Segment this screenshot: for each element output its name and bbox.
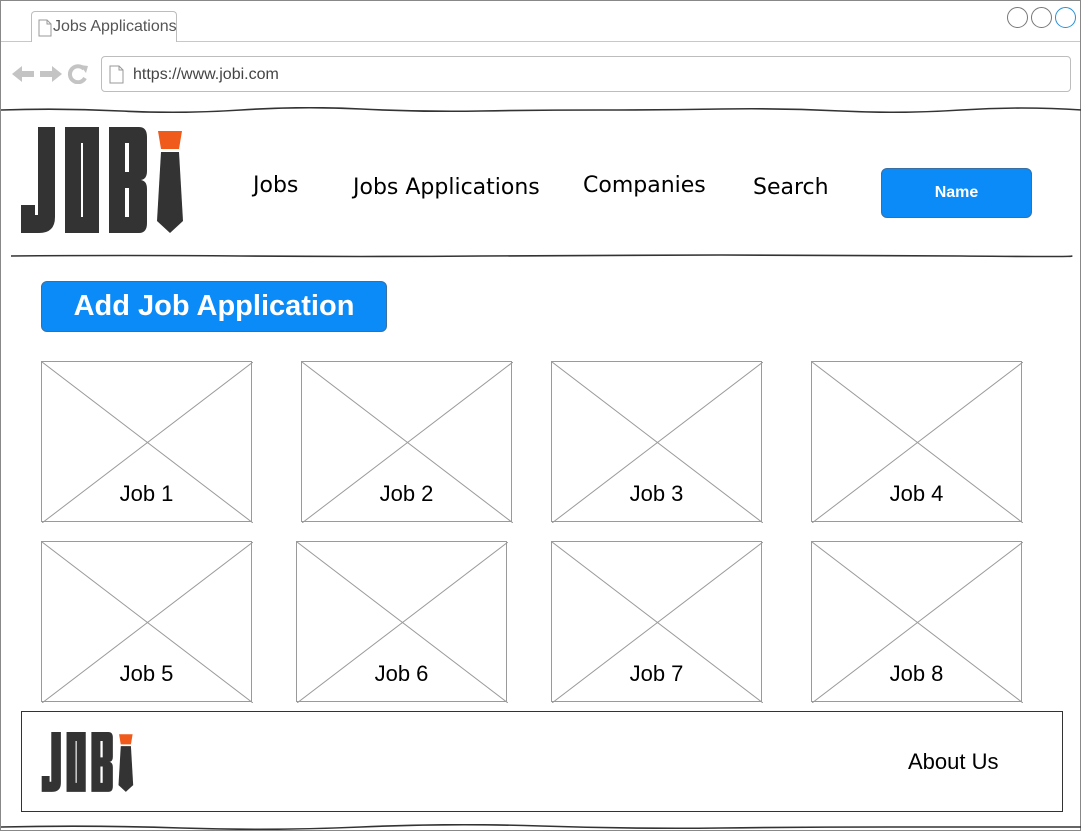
- job-title: Job 7: [629, 661, 684, 686]
- maximize-icon[interactable]: [1031, 7, 1052, 28]
- forward-arrow-icon[interactable]: [39, 64, 63, 84]
- header-divider: [10, 254, 1073, 258]
- job-card[interactable]: Job 3: [551, 361, 763, 523]
- job-card[interactable]: Job 2: [301, 361, 513, 523]
- page-bottom-edge: [1, 824, 1081, 830]
- minimize-icon[interactable]: [1007, 7, 1028, 28]
- job-title: Job 2: [379, 481, 434, 506]
- page-icon: [38, 19, 52, 37]
- job-card[interactable]: Job 1: [41, 361, 253, 523]
- about-us-link[interactable]: About Us: [908, 749, 999, 775]
- job-card[interactable]: Job 7: [551, 541, 763, 703]
- job-card[interactable]: Job 4: [811, 361, 1023, 523]
- logo: [21, 127, 183, 233]
- back-arrow-icon[interactable]: [11, 64, 35, 84]
- nav-search[interactable]: Search: [753, 175, 829, 200]
- job-card[interactable]: Job 6: [296, 541, 508, 703]
- nav-controls: [11, 64, 89, 84]
- add-job-application-button[interactable]: Add Job Application: [41, 281, 387, 332]
- job-card[interactable]: Job 5: [41, 541, 253, 703]
- address-bar: https://www.jobi.com: [1, 42, 1080, 110]
- footer-logo: [41, 732, 134, 792]
- reload-icon[interactable]: [67, 64, 89, 84]
- window-controls: [1007, 7, 1076, 28]
- browser-window: Jobs Applications https://www.jobi.com J…: [0, 0, 1081, 831]
- job-title: Job 6: [374, 661, 429, 686]
- chrome-divider: [1, 107, 1081, 113]
- browser-tab[interactable]: Jobs Applications: [31, 11, 177, 42]
- url-text: https://www.jobi.com: [133, 66, 279, 83]
- tab-bar: Jobs Applications: [1, 1, 1080, 42]
- page-icon: [109, 65, 124, 84]
- nav-jobs[interactable]: Jobs: [253, 173, 298, 198]
- job-title: Job 8: [889, 661, 944, 686]
- job-title: Job 1: [119, 481, 174, 506]
- nav-jobs-applications[interactable]: Jobs Applications: [353, 175, 540, 200]
- footer: About Us: [21, 711, 1063, 812]
- user-name-button[interactable]: Name: [881, 168, 1032, 218]
- nav-companies[interactable]: Companies: [583, 173, 706, 198]
- close-icon[interactable]: [1055, 7, 1076, 28]
- job-card[interactable]: Job 8: [811, 541, 1023, 703]
- url-input[interactable]: https://www.jobi.com: [101, 56, 1071, 92]
- job-title: Job 4: [889, 481, 944, 506]
- job-title: Job 5: [119, 661, 174, 686]
- job-title: Job 3: [629, 481, 684, 506]
- tab-title: Jobs Applications: [53, 18, 177, 35]
